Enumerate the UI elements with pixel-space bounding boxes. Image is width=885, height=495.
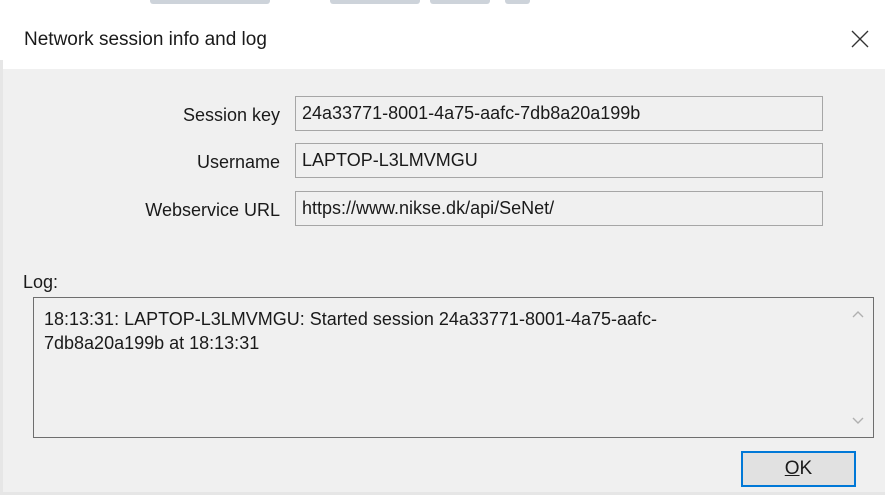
background-window-strip <box>0 0 885 9</box>
window-title: Network session info and log <box>24 29 267 50</box>
dialog-window: Network session info and log Session key… <box>0 0 885 495</box>
webservice-url-label: Webservice URL <box>145 200 280 220</box>
session-key-label: Session key <box>182 105 280 125</box>
ok-mnemonic: O <box>784 458 800 479</box>
ok-button[interactable]: OK <box>741 451 856 487</box>
username-label: Username <box>196 152 280 172</box>
ok-label-rest: K <box>799 458 813 479</box>
username-field[interactable]: LAPTOP-L3LMVMGU <box>295 143 823 178</box>
log-text: 18:13:31: LAPTOP-L3LMVMGU: Started sessi… <box>44 309 658 353</box>
log-label: Log: <box>23 272 59 292</box>
chevron-up-icon[interactable] <box>847 304 869 326</box>
chevron-down-icon[interactable] <box>847 409 869 431</box>
log-textarea[interactable]: 18:13:31: LAPTOP-L3LMVMGU: Started sessi… <box>33 297 874 438</box>
close-icon <box>851 30 869 48</box>
session-key-field[interactable]: 24a33771-8001-4a75-aafc-7db8a20a199b <box>295 96 823 131</box>
window-left-edge <box>0 60 3 495</box>
webservice-url-field[interactable]: https://www.nikse.dk/api/SeNet/ <box>295 191 823 226</box>
close-button[interactable] <box>835 9 885 69</box>
title-bar: Network session info and log <box>0 9 885 69</box>
